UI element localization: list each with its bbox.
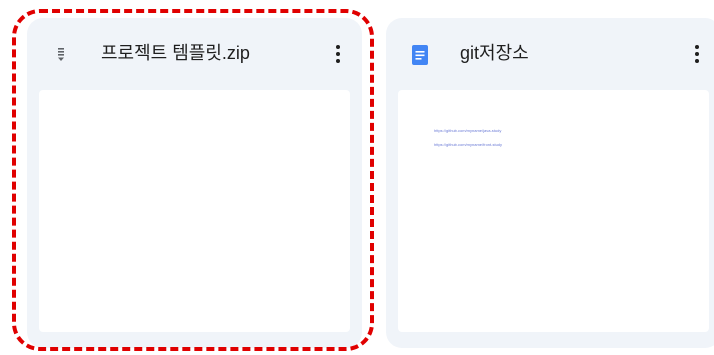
file-card-zip[interactable]: 프로젝트 템플릿.zip [27, 18, 362, 348]
preview-line: https://github.com/myname/java-study [434, 128, 502, 133]
preview-line: https://github.com/myname/front-study [434, 142, 503, 147]
card-header: git저장소 [386, 18, 714, 90]
more-options-button[interactable] [687, 40, 707, 68]
file-preview[interactable] [39, 90, 350, 332]
file-title[interactable]: git저장소 [460, 40, 529, 66]
google-docs-icon [412, 45, 428, 65]
more-vert-icon [695, 45, 699, 49]
file-preview[interactable]: https://github.com/myname/java-study htt… [398, 90, 709, 332]
file-title[interactable]: 프로젝트 템플릿.zip [101, 40, 250, 66]
more-options-button[interactable] [328, 40, 348, 68]
zip-file-icon [58, 48, 64, 61]
more-vert-icon [336, 45, 340, 49]
card-header: 프로젝트 템플릿.zip [27, 18, 362, 90]
file-card-doc[interactable]: git저장소 https://github.com/myname/java-st… [386, 18, 714, 348]
